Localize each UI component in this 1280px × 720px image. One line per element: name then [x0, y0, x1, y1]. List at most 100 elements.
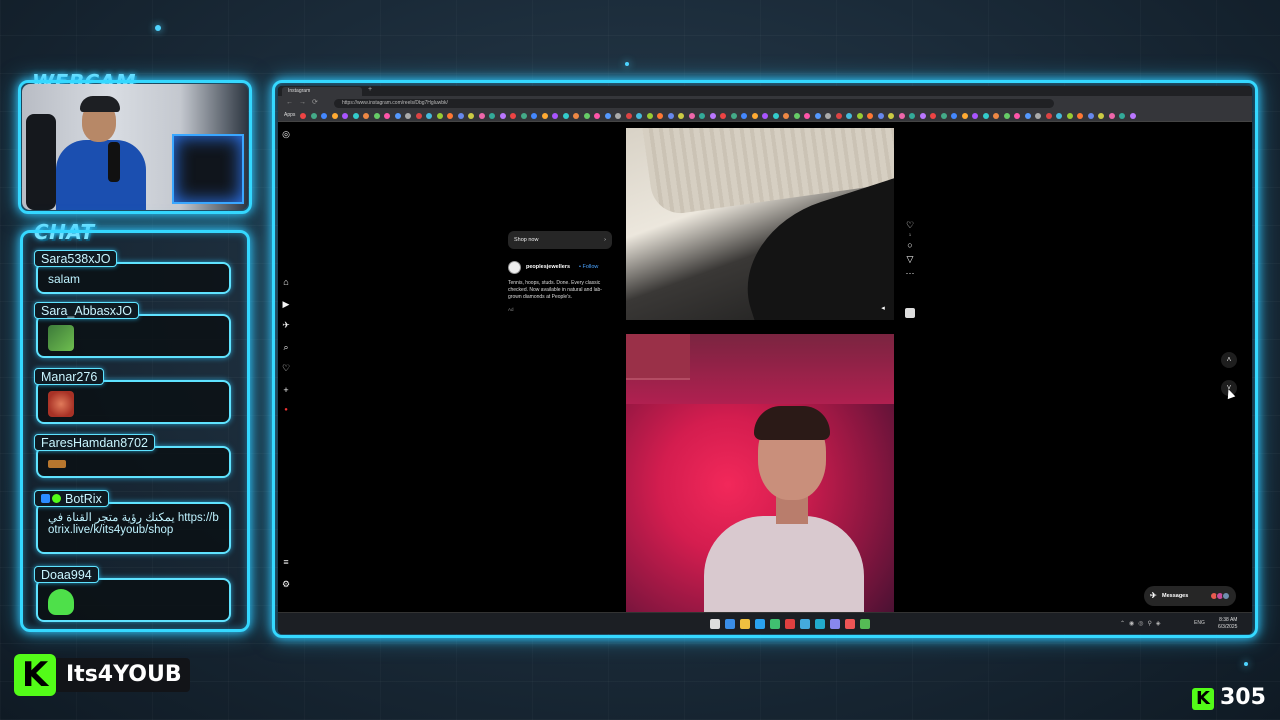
system-tray[interactable]: ⌃◉◎⚲◈ [1120, 620, 1165, 627]
bookmark-favicon[interactable] [321, 113, 327, 119]
bookmark-favicon[interactable] [940, 113, 947, 119]
bookmark-favicon[interactable] [363, 113, 369, 119]
bookmark-favicon[interactable] [331, 113, 338, 119]
shop-now-button[interactable]: Shop now › [508, 231, 612, 249]
share-icon[interactable]: ▽ [904, 252, 916, 266]
bookmark-favicon[interactable] [741, 113, 747, 119]
bookmark-favicon[interactable] [615, 113, 621, 119]
instagram-logo-icon[interactable]: ◎ [280, 128, 292, 140]
url-field[interactable]: https://www.instagram.com/reels/Dbg7Hglu… [334, 99, 1054, 108]
bookmark-favicon[interactable] [415, 113, 422, 119]
bookmark-favicon[interactable] [930, 113, 936, 119]
tab-instagram[interactable]: Instagram [282, 87, 362, 96]
bookmark-favicon[interactable] [1119, 113, 1125, 119]
taskbar-app-icon[interactable] [815, 619, 825, 629]
language-indicator[interactable]: ENG [1194, 620, 1205, 626]
bookmark-favicon[interactable] [667, 113, 674, 119]
bookmark-favicon[interactable] [898, 113, 905, 119]
bookmark-favicon[interactable] [300, 113, 306, 119]
bookmark-favicon[interactable] [1077, 113, 1083, 119]
create-icon[interactable]: + [280, 384, 292, 396]
bookmark-favicon[interactable] [636, 113, 642, 119]
bookmark-favicon[interactable] [720, 113, 726, 119]
taskbar-app-icon[interactable] [725, 619, 735, 629]
clock[interactable]: 8:38 AM 6/3/2025 [1218, 617, 1237, 631]
bookmark-favicon[interactable] [426, 113, 432, 119]
bookmark-favicon[interactable] [751, 113, 758, 119]
home-icon[interactable]: ⌂ [280, 276, 292, 288]
bookmark-favicon[interactable] [877, 113, 884, 119]
bookmark-favicon[interactable] [310, 113, 317, 119]
bookmark-favicon[interactable] [646, 113, 653, 119]
bookmark-favicon[interactable] [520, 113, 527, 119]
bookmark-favicon[interactable] [982, 113, 989, 119]
bookmark-favicon[interactable] [1098, 113, 1104, 119]
direct-icon[interactable]: ✈ [280, 319, 292, 331]
bookmark-favicon[interactable] [489, 113, 495, 119]
bookmark-favicon[interactable] [394, 113, 401, 119]
bookmark-favicon[interactable] [856, 113, 863, 119]
bookmark-favicon[interactable] [1045, 113, 1052, 119]
heart-icon[interactable]: ♡ [280, 362, 292, 374]
bookmark-favicon[interactable] [594, 113, 600, 119]
menu-icon[interactable]: ≡ [280, 556, 292, 568]
taskbar-app-icon[interactable] [830, 619, 840, 629]
taskbar-app-icon[interactable] [860, 619, 870, 629]
bookmark-favicon[interactable] [352, 113, 359, 119]
bookmark-favicon[interactable] [384, 113, 390, 119]
bookmark-favicon[interactable] [468, 113, 474, 119]
comment-icon[interactable]: ○ [904, 238, 916, 252]
reels-icon[interactable]: ▶ [280, 298, 292, 310]
bookmark-favicon[interactable] [972, 113, 978, 119]
bookmark-favicon[interactable] [1108, 113, 1115, 119]
bookmark-favicon[interactable] [1014, 113, 1020, 119]
bookmark-favicon[interactable] [552, 113, 558, 119]
bookmark-favicon[interactable] [1066, 113, 1073, 119]
audio-thumbnail[interactable] [905, 308, 915, 318]
bookmark-favicon[interactable] [699, 113, 705, 119]
bookmark-favicon[interactable] [919, 113, 926, 119]
reel-video-1[interactable]: ◂ [626, 128, 894, 320]
bookmark-favicon[interactable] [793, 113, 800, 119]
search-icon[interactable]: ⌕ [280, 341, 292, 353]
bookmark-favicon[interactable] [657, 113, 663, 119]
reel-video-2[interactable] [626, 334, 894, 624]
bookmark-favicon[interactable] [1024, 113, 1031, 119]
bookmark-favicon[interactable] [457, 113, 464, 119]
bookmark-favicon[interactable] [772, 113, 779, 119]
taskbar-app-icon[interactable] [755, 619, 765, 629]
bookmark-favicon[interactable] [510, 113, 516, 119]
bookmark-favicon[interactable] [730, 113, 737, 119]
follow-link[interactable]: • Follow [579, 264, 598, 270]
bookmark-favicon[interactable] [804, 113, 810, 119]
messages-button[interactable]: ✈ Messages [1144, 586, 1236, 606]
bookmark-favicon[interactable] [909, 113, 915, 119]
bookmark-favicon[interactable] [961, 113, 968, 119]
taskbar-app-icon[interactable] [710, 619, 720, 629]
bookmark-favicon[interactable] [951, 113, 957, 119]
bookmark-favicon[interactable] [1035, 113, 1041, 119]
new-tab-button[interactable]: + [368, 86, 372, 93]
bookmark-favicon[interactable] [846, 113, 852, 119]
nav-buttons[interactable]: ←→⟳ [286, 98, 324, 106]
bookmark-favicon[interactable] [478, 113, 485, 119]
bookmark-favicon[interactable] [625, 113, 632, 119]
bookmark-favicon[interactable] [604, 113, 611, 119]
bookmark-apps[interactable]: Apps [284, 112, 295, 118]
bookmark-favicon[interactable] [373, 113, 380, 119]
profile-icon[interactable]: ● [280, 404, 292, 416]
taskbar-app-icon[interactable] [800, 619, 810, 629]
bookmark-favicon[interactable] [342, 113, 348, 119]
mute-icon[interactable]: ◂ [878, 304, 888, 314]
bookmark-favicon[interactable] [531, 113, 537, 119]
bookmark-favicon[interactable] [835, 113, 842, 119]
taskbar-app-icon[interactable] [770, 619, 780, 629]
bookmark-favicon[interactable] [888, 113, 894, 119]
bookmark-favicon[interactable] [993, 113, 999, 119]
ad-avatar[interactable] [508, 261, 521, 274]
ad-username[interactable]: peoplesjewellers [526, 264, 570, 270]
bookmark-favicon[interactable] [447, 113, 453, 119]
taskbar-app-icon[interactable] [845, 619, 855, 629]
threads-icon[interactable]: ⚙ [280, 578, 292, 590]
bookmark-favicon[interactable] [573, 113, 579, 119]
